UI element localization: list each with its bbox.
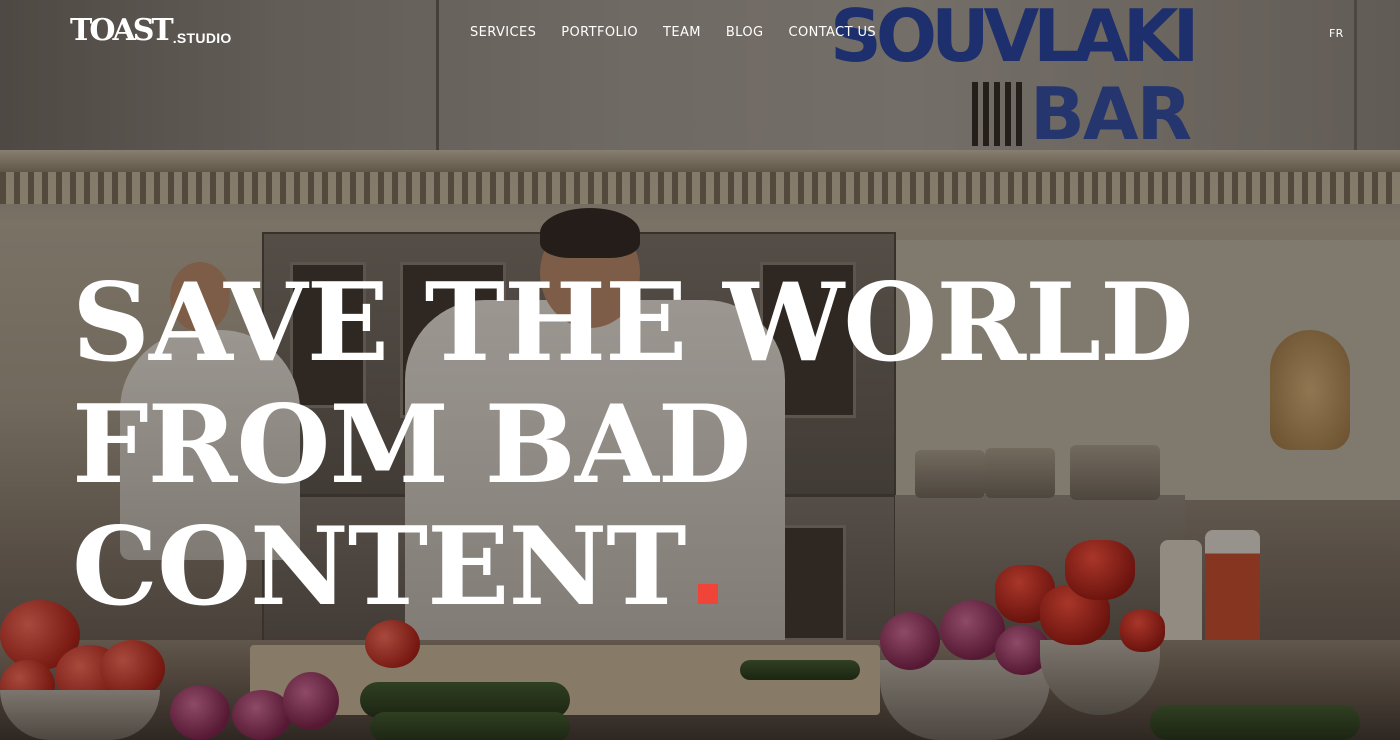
accent-square-dot xyxy=(697,584,718,604)
language-toggle[interactable]: FR xyxy=(1329,27,1344,40)
hero-headline-line-3-text: CONTENT xyxy=(72,504,687,630)
nav-link-team[interactable]: TEAM xyxy=(663,24,701,42)
site-header: TOAST .STUDIO SERVICES PORTFOLIO TEAM BL… xyxy=(0,0,1400,66)
hero-headline-line-3: CONTENT xyxy=(72,506,1193,628)
nav-link-portfolio[interactable]: PORTFOLIO xyxy=(561,24,638,42)
hero-section: SAVE THE WORLD FROM BAD CONTENT xyxy=(72,260,1194,628)
brand-logo-wordmark: TOAST xyxy=(70,13,174,48)
brand-logo[interactable]: TOAST .STUDIO xyxy=(70,16,232,46)
brand-logo-suffix: .STUDIO xyxy=(172,30,232,46)
nav-link-services[interactable]: SERVICES xyxy=(470,24,536,42)
nav-link-blog[interactable]: BLOG xyxy=(726,24,764,42)
main-nav: SERVICES PORTFOLIO TEAM BLOG CONTACT US xyxy=(470,24,876,42)
nav-link-contact-us[interactable]: CONTACT US xyxy=(788,24,876,42)
hero-headline: SAVE THE WORLD FROM BAD CONTENT xyxy=(72,260,1194,628)
hero-headline-line-1: SAVE THE WORLD xyxy=(72,260,1194,386)
hero-headline-line-2: FROM BAD xyxy=(72,382,751,508)
